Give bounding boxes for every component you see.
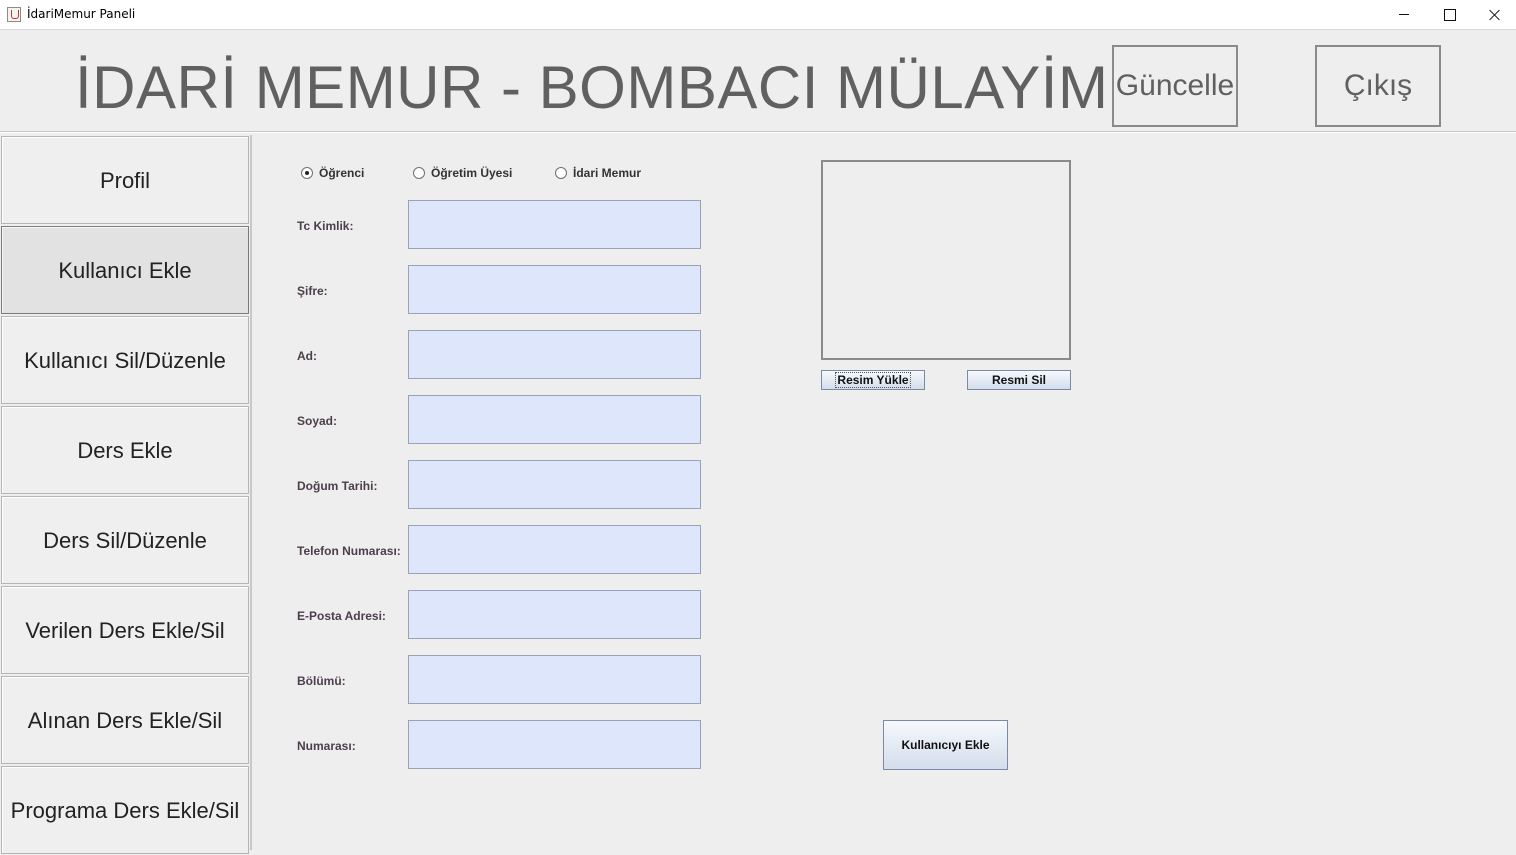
window-titlebar: İdariMemur Paneli: [0, 0, 1516, 30]
radio-unchecked-icon[interactable]: [555, 167, 567, 179]
sidebar-item-profile[interactable]: Profil: [1, 136, 249, 224]
birthdate-label: Doğum Tarihi:: [297, 479, 378, 493]
radio-faculty-label: Öğretim Üyesi: [431, 166, 513, 180]
radio-checked-icon[interactable]: [301, 167, 313, 179]
radio-student-label: Öğrenci: [319, 166, 365, 180]
tc-input[interactable]: [408, 200, 701, 249]
birthdate-input[interactable]: [408, 460, 701, 509]
photo-preview: [821, 160, 1071, 360]
phone-label: Telefon Numarası:: [297, 544, 401, 558]
header-divider: [0, 131, 1516, 133]
upload-photo-label: Resim Yükle: [835, 372, 911, 388]
department-label: Bölümü:: [297, 674, 346, 688]
surname-input[interactable]: [408, 395, 701, 444]
minimize-icon[interactable]: [1381, 0, 1427, 30]
password-label: Şifre:: [297, 284, 328, 298]
add-user-button[interactable]: Kullanıcıyı Ekle: [883, 720, 1008, 770]
phone-input[interactable]: [408, 525, 701, 574]
sidebar-item-delete-edit-course[interactable]: Ders Sil/Düzenle: [1, 496, 249, 584]
name-label: Ad:: [297, 349, 317, 363]
email-label: E-Posta Adresi:: [297, 609, 386, 623]
sidebar-item-taken-course[interactable]: Alınan Ders Ekle/Sil: [1, 676, 249, 764]
radio-admin-staff-label: İdari Memur: [573, 166, 642, 180]
radio-unchecked-icon[interactable]: [413, 167, 425, 179]
number-input[interactable]: [408, 720, 701, 769]
sidebar-item-schedule-course[interactable]: Programa Ders Ekle/Sil: [1, 766, 249, 854]
sidebar-item-add-course[interactable]: Ders Ekle: [1, 406, 249, 494]
java-app-icon: [7, 7, 21, 22]
sidebar-item-delete-edit-user[interactable]: Kullanıcı Sil/Düzenle: [1, 316, 249, 404]
tc-label: Tc Kimlik:: [297, 219, 354, 233]
email-input[interactable]: [408, 590, 701, 639]
sidebar: Profil Kullanıcı Ekle Kullanıcı Sil/Düze…: [0, 135, 252, 854]
password-input[interactable]: [408, 265, 701, 314]
update-button[interactable]: Güncelle: [1112, 45, 1238, 127]
name-input[interactable]: [408, 330, 701, 379]
exit-button[interactable]: Çıkış: [1315, 45, 1441, 127]
page-title: İDARİ MEMUR - BOMBACI MÜLAYİM: [75, 54, 1109, 121]
remove-photo-button[interactable]: Resmi Sil: [967, 370, 1071, 390]
maximize-icon[interactable]: [1427, 0, 1473, 30]
sidebar-item-add-user[interactable]: Kullanıcı Ekle: [1, 226, 249, 314]
department-input[interactable]: [408, 655, 701, 704]
number-label: Numarası:: [297, 739, 356, 753]
close-icon[interactable]: [1472, 0, 1516, 30]
surname-label: Soyad:: [297, 414, 338, 428]
upload-photo-button[interactable]: Resim Yükle: [821, 370, 925, 390]
window-title: İdariMemur Paneli: [27, 7, 136, 21]
sidebar-item-given-course[interactable]: Verilen Ders Ekle/Sil: [1, 586, 249, 674]
